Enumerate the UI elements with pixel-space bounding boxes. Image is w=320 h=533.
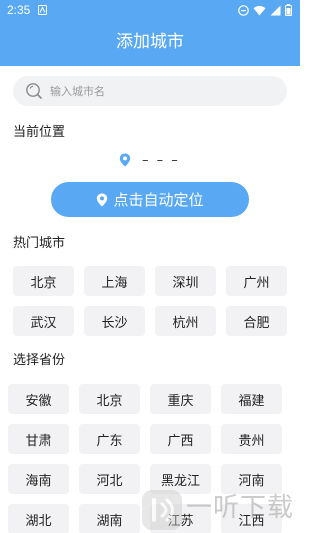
auto-locate-label: 点击自动定位 [113, 191, 204, 209]
province-chip[interactable]: 海南 [8, 464, 69, 494]
hot-city-chip[interactable]: 北京 [13, 266, 74, 296]
current-location-heading: 当前位置 [13, 125, 66, 140]
status-time: 2:35 [7, 3, 31, 17]
province-chip[interactable]: 河北 [79, 464, 140, 494]
battery-icon [285, 4, 292, 16]
search-icon [26, 83, 42, 99]
location-pin-icon [97, 193, 108, 206]
province-chip[interactable]: 安徽 [8, 384, 69, 414]
province-chip[interactable]: 江苏 [150, 504, 211, 533]
province-chip[interactable]: 广西 [150, 424, 211, 454]
province-chip[interactable]: 甘肃 [8, 424, 69, 454]
hot-city-chip[interactable]: 上海 [84, 266, 145, 296]
signal-icon [270, 5, 281, 15]
hot-city-chip[interactable]: 广州 [226, 266, 287, 296]
province-chip[interactable]: 重庆 [150, 384, 211, 414]
hot-city-chip[interactable]: 长沙 [84, 306, 145, 336]
province-chip[interactable]: 江西 [221, 504, 282, 533]
auto-locate-button[interactable]: 点击自动定位 [51, 182, 249, 217]
province-chip[interactable]: 湖北 [8, 504, 69, 533]
search-input[interactable] [50, 81, 270, 101]
notification-icon [38, 5, 47, 15]
hot-cities-heading: 热门城市 [13, 236, 66, 251]
province-chip[interactable]: 北京 [79, 384, 140, 414]
app-header: 2:35 添加城市 [0, 0, 300, 66]
search-bar[interactable] [13, 76, 287, 106]
province-chip[interactable]: 湖南 [79, 504, 140, 533]
province-chip[interactable]: 福建 [221, 384, 282, 414]
province-chip[interactable]: 贵州 [221, 424, 282, 454]
province-chip[interactable]: 河南 [221, 464, 282, 494]
page-title: 添加城市 [116, 32, 184, 52]
location-pin-icon [119, 153, 131, 167]
hot-city-chip[interactable]: 合肥 [226, 306, 287, 336]
province-chip[interactable]: 广东 [79, 424, 140, 454]
current-city: – – – [142, 152, 180, 168]
wifi-icon [253, 5, 266, 15]
status-bar: 2:35 [0, 0, 300, 20]
province-chip[interactable]: 黑龙江 [150, 464, 211, 494]
hot-city-chip[interactable]: 深圳 [155, 266, 216, 296]
hot-city-chip[interactable]: 武汉 [13, 306, 74, 336]
provinces-heading: 选择省份 [13, 353, 66, 368]
hot-city-chip[interactable]: 杭州 [155, 306, 216, 336]
do-not-disturb-icon [238, 4, 249, 16]
current-location-row: – – – [119, 152, 180, 168]
